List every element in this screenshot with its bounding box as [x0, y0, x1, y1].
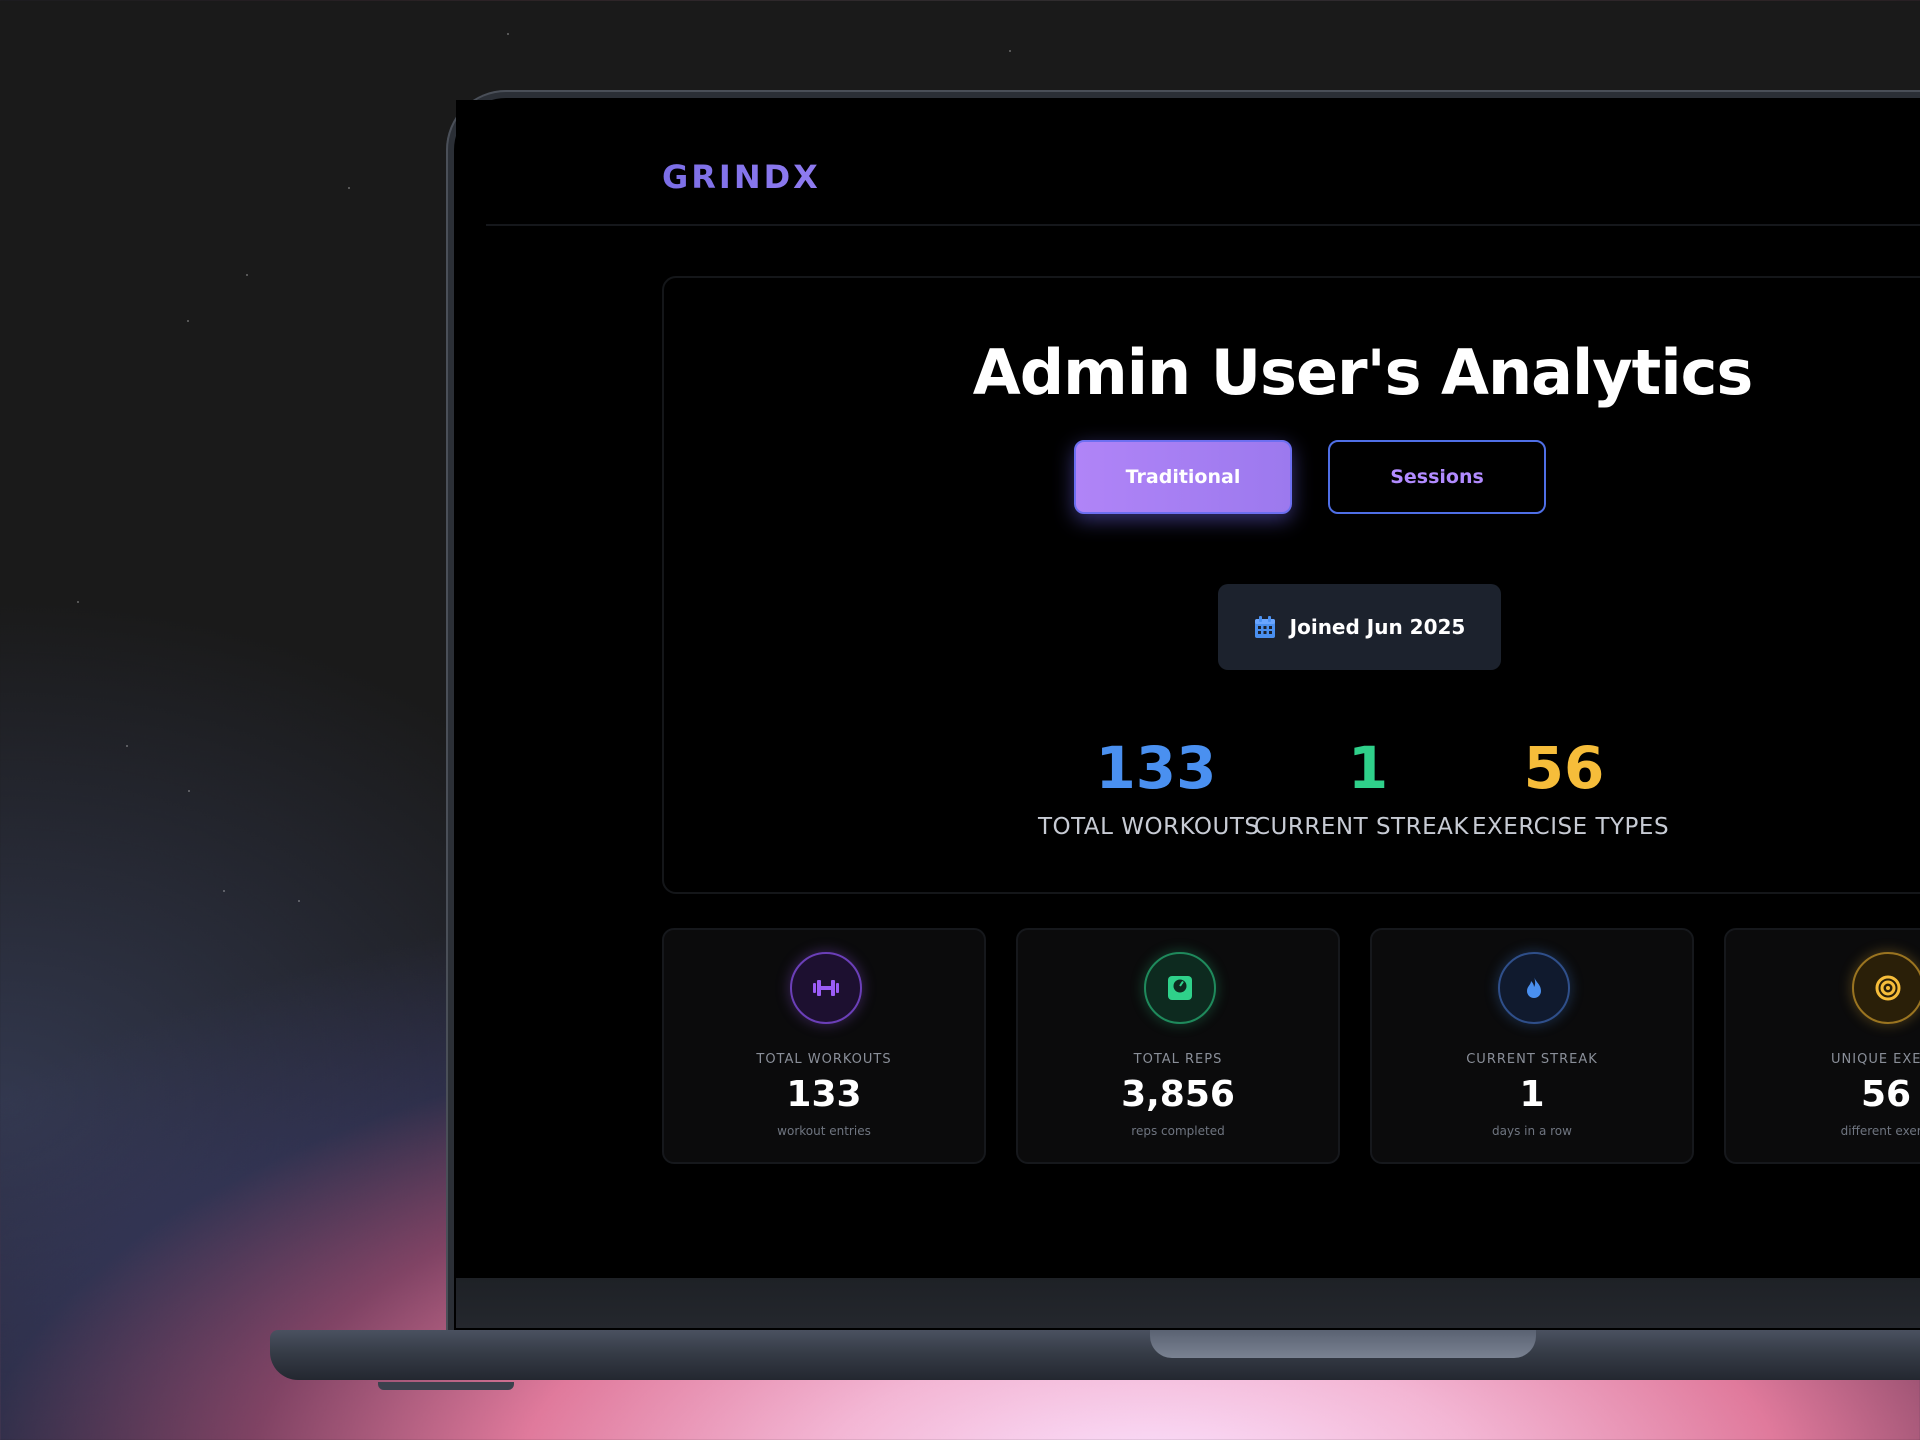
calendar-icon [1254, 616, 1275, 638]
tab-traditional-label: Traditional [1125, 466, 1241, 488]
background-star [1009, 50, 1011, 52]
card-total-workouts-label: TOTAL WORKOUTS [756, 1052, 892, 1067]
stat-current-streak-label: CURRENT STREAK [1254, 814, 1469, 840]
flame-icon [1527, 976, 1541, 998]
card-total-reps-sub: reps completed [1131, 1124, 1225, 1138]
target-icon-badge [1852, 952, 1920, 1024]
stat-total-workouts-value: 133 [1095, 734, 1217, 802]
card-total-reps-label: TOTAL REPS [1133, 1052, 1223, 1067]
card-total-reps-value: 3,856 [1121, 1074, 1235, 1115]
background-star [188, 790, 190, 792]
tab-traditional[interactable]: Traditional [1074, 440, 1292, 514]
card-current-streak-label: CURRENT STREAK [1466, 1052, 1598, 1067]
card-unique-exercises-label: UNIQUE EXERC [1831, 1052, 1920, 1067]
background-star [187, 320, 189, 322]
tab-sessions-label: Sessions [1390, 466, 1484, 488]
stat-current-streak-value: 1 [1347, 734, 1389, 802]
target-icon [1875, 975, 1901, 1001]
background-star [77, 601, 79, 603]
card-total-reps: TOTAL REPS 3,856 reps completed [1016, 928, 1340, 1164]
background-star [298, 900, 300, 902]
card-total-workouts-value: 133 [786, 1074, 862, 1115]
analytics-hero-panel: Admin User's Analytics Traditional Sessi… [662, 276, 1920, 894]
card-current-streak-sub: days in a row [1492, 1124, 1572, 1138]
background-star [246, 274, 248, 276]
dumbbell-icon [813, 980, 839, 996]
laptop-screen: GRINDX Admin User's Analytics Traditiona… [456, 100, 1920, 1278]
scale-icon [1168, 976, 1192, 1000]
laptop-foot [378, 1382, 514, 1390]
flame-icon-badge [1498, 952, 1570, 1024]
tab-sessions[interactable]: Sessions [1328, 440, 1546, 514]
stat-exercise-types-label: EXERCISE TYPES [1472, 814, 1670, 840]
background-star [126, 745, 128, 747]
laptop-chin [456, 1278, 1920, 1328]
app-logo[interactable]: GRINDX [662, 158, 821, 196]
laptop-notch [1150, 1330, 1536, 1358]
laptop-base [270, 1330, 1920, 1380]
page-title: Admin User's Analytics [972, 336, 1753, 409]
joined-badge: Joined Jun 2025 [1218, 584, 1501, 670]
stat-exercise-types-value: 56 [1523, 734, 1605, 802]
joined-date: Joined Jun 2025 [1289, 615, 1466, 639]
scale-icon-badge [1144, 952, 1216, 1024]
dumbbell-icon-badge [790, 952, 862, 1024]
header-divider [486, 224, 1920, 226]
background-star [348, 187, 350, 189]
card-total-workouts: TOTAL WORKOUTS 133 workout entries [662, 928, 986, 1164]
card-current-streak: CURRENT STREAK 1 days in a row [1370, 928, 1694, 1164]
card-unique-exercises-sub: different exerci [1840, 1124, 1920, 1138]
card-total-workouts-sub: workout entries [777, 1124, 871, 1138]
card-current-streak-value: 1 [1519, 1074, 1545, 1115]
stat-total-workouts-label: TOTAL WORKOUTS [1038, 814, 1260, 840]
background-star [507, 33, 509, 35]
card-unique-exercises: UNIQUE EXERC 56 different exerci [1724, 928, 1920, 1164]
background-star [223, 890, 225, 892]
card-unique-exercises-value: 56 [1860, 1074, 1912, 1115]
